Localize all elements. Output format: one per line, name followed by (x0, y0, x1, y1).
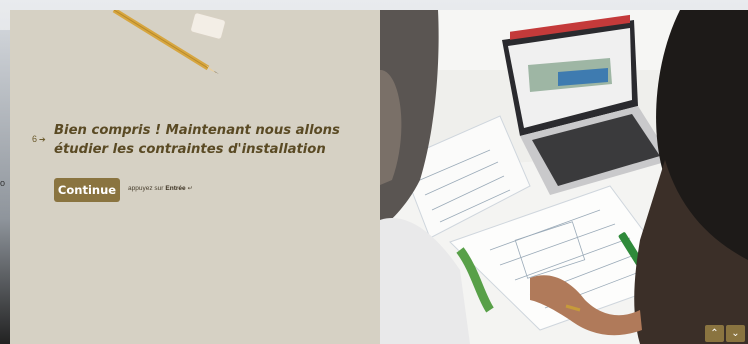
hint-key: Entrée (165, 185, 186, 192)
chevron-up-icon[interactable]: ⌃ (705, 325, 724, 342)
chevron-down-icon[interactable]: ⌄ (726, 325, 745, 342)
question-text: Bien compris ! Maintenant nous allons ét… (54, 123, 340, 157)
question-number: 6 ➔ (32, 134, 46, 144)
eraser-illustration (190, 12, 226, 40)
keyboard-hint: appuyez sur Entrée ↵ (128, 185, 193, 192)
hint-prefix: appuyez sur (128, 185, 164, 192)
background-peek-text: o (0, 178, 6, 188)
meeting-photo (380, 10, 748, 344)
cover-image (380, 10, 748, 344)
arrow-right-icon: ➔ (39, 134, 46, 144)
question-panel: 6 ➔ Bien compris ! Maintenant nous allon… (10, 10, 380, 344)
continue-button[interactable]: Continue (54, 178, 120, 202)
enter-key-icon: ↵ (187, 186, 193, 192)
question-navigation: ⌃ ⌄ (705, 325, 745, 342)
